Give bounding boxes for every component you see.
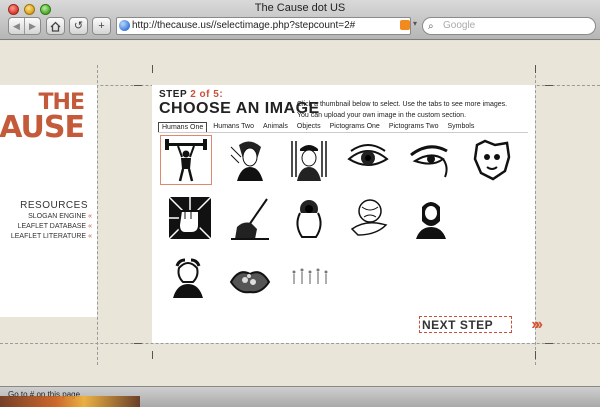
forward-arrow-icon[interactable]: ▶ — [24, 18, 40, 34]
window-title: The Cause dot US — [254, 2, 346, 14]
sidebar-link-label: LEAFLET LITERATURE — [10, 233, 87, 240]
crop-mark — [545, 85, 553, 86]
thumbnail-woman-portrait[interactable] — [224, 135, 276, 185]
sidebar-link-leaflet-database[interactable]: LEAFLET DATABASE « — [18, 223, 92, 230]
sidebar-link-slogan-engine[interactable]: SLOGAN ENGINE « — [28, 213, 92, 220]
lincoln-portrait-image — [416, 202, 446, 239]
crop-mark — [545, 343, 553, 344]
url-field[interactable]: http://thecause.us//selectimage.php?step… — [116, 17, 411, 35]
thumbnail-soldier-portrait[interactable] — [283, 135, 335, 185]
rss-icon[interactable] — [400, 20, 410, 30]
tiny-figures-image — [292, 268, 328, 284]
browser-window: The Cause dot US ◀ ▶ ↺ + http://thecause… — [0, 0, 600, 407]
crop-mark — [152, 351, 153, 359]
back-arrow-icon[interactable]: ◀ — [9, 18, 24, 34]
url-text: http://thecause.us//selectimage.php?step… — [132, 20, 356, 31]
crop-mark — [535, 65, 536, 73]
eye-profile-image — [410, 145, 448, 178]
guide-line — [97, 65, 98, 365]
thumbnail-hand-signing[interactable] — [224, 193, 276, 243]
logo-line2: CAUSE — [0, 109, 85, 145]
guide-line — [0, 343, 600, 344]
add-bookmark-button[interactable]: + — [92, 17, 111, 35]
eye-image — [347, 144, 389, 166]
home-button[interactable] — [46, 17, 65, 35]
thumbnail-washington-portrait[interactable] — [162, 252, 214, 302]
sidebar-link-label: LEAFLET DATABASE — [17, 223, 87, 230]
rss-dropdown-icon[interactable]: ▾ — [413, 19, 417, 28]
chevrons-right-icon: »» — [531, 316, 543, 333]
tab-divider — [158, 132, 528, 133]
sidebar: THE CAUSE RESOURCES SLOGAN ENGINE« LEAFL… — [0, 85, 97, 317]
step-indicator: STEP 2 of 5: — [159, 89, 223, 100]
thumbnail-lincoln-portrait[interactable] — [405, 193, 457, 243]
reload-icon: ↺ — [73, 20, 84, 32]
cupped-hands-image — [229, 271, 271, 294]
crop-mark — [152, 65, 153, 73]
web-page: THE CAUSE RESOURCES SLOGAN ENGINE« LEAFL… — [0, 41, 600, 386]
instructions: Click a thumbnail below to select. Use t… — [297, 99, 507, 121]
step-suffix: : — [219, 89, 224, 100]
fist-image — [168, 196, 212, 240]
link-marker: « — [88, 223, 92, 230]
link-marker: « — [88, 233, 92, 240]
next-step-label: NEXT STEP — [422, 317, 494, 332]
crop-mark — [134, 85, 142, 86]
sidebar-link-leaflet-literature[interactable]: LEAFLET LITERATURE « — [11, 233, 92, 240]
browser-chrome: The Cause dot US ◀ ▶ ↺ + http://thecause… — [0, 0, 600, 40]
hand-holding-globe-image — [350, 199, 388, 236]
desktop-background-glow — [0, 396, 140, 407]
site-logo[interactable]: THE CAUSE — [0, 92, 85, 145]
link-marker: « — [88, 213, 92, 220]
sidebar-link-label: SLOGAN ENGINE — [28, 213, 87, 220]
home-icon — [50, 21, 61, 32]
search-input[interactable]: ⌕ Google — [422, 17, 596, 35]
resources-title: RESOURCES — [20, 200, 88, 211]
globe-icon — [119, 20, 130, 31]
main-panel: STEP 2 of 5: CHOOSE AN IMAGE Click a thu… — [152, 85, 543, 343]
reload-button[interactable]: ↺ — [69, 17, 88, 35]
search-icon: ⌕ — [428, 21, 434, 32]
thumbnail-tiny-figures[interactable] — [283, 252, 335, 302]
thumbnail-face-breaking-through[interactable] — [466, 135, 518, 185]
hand-signing-image — [231, 198, 269, 240]
thumbnail-fist[interactable] — [164, 193, 216, 243]
thumbnail-weightlifter[interactable] — [160, 135, 212, 185]
next-step-button[interactable]: NEXT STEP »» — [419, 316, 543, 333]
thumbnail-eye-profile[interactable] — [404, 135, 456, 185]
crop-mark — [535, 351, 536, 359]
thumbnail-eye[interactable] — [342, 135, 394, 185]
step-prefix: STEP — [159, 89, 191, 100]
instructions-line1: Click a thumbnail below to select. Use t… — [297, 101, 508, 108]
washington-portrait-image — [173, 258, 203, 298]
search-placeholder: Google — [443, 20, 476, 31]
face-breaking-through-image — [473, 139, 511, 181]
crop-mark — [134, 343, 142, 344]
plus-icon: + — [98, 20, 105, 32]
thumbnail-hand-holding-globe[interactable] — [343, 193, 395, 243]
weightlifter-image — [165, 139, 207, 182]
pointing-gun-image — [296, 200, 322, 238]
page-title: CHOOSE AN IMAGE — [159, 100, 320, 117]
soldier-portrait-image — [291, 141, 327, 181]
instructions-line2: You can upload your own image in the cus… — [297, 112, 467, 119]
woman-portrait-image — [230, 141, 263, 181]
back-forward-buttons[interactable]: ◀ ▶ — [8, 17, 41, 35]
thumbnail-cupped-hands[interactable] — [224, 252, 276, 302]
thumbnail-pointing-gun[interactable] — [283, 193, 335, 243]
step-count: 2 of 5 — [190, 89, 220, 100]
